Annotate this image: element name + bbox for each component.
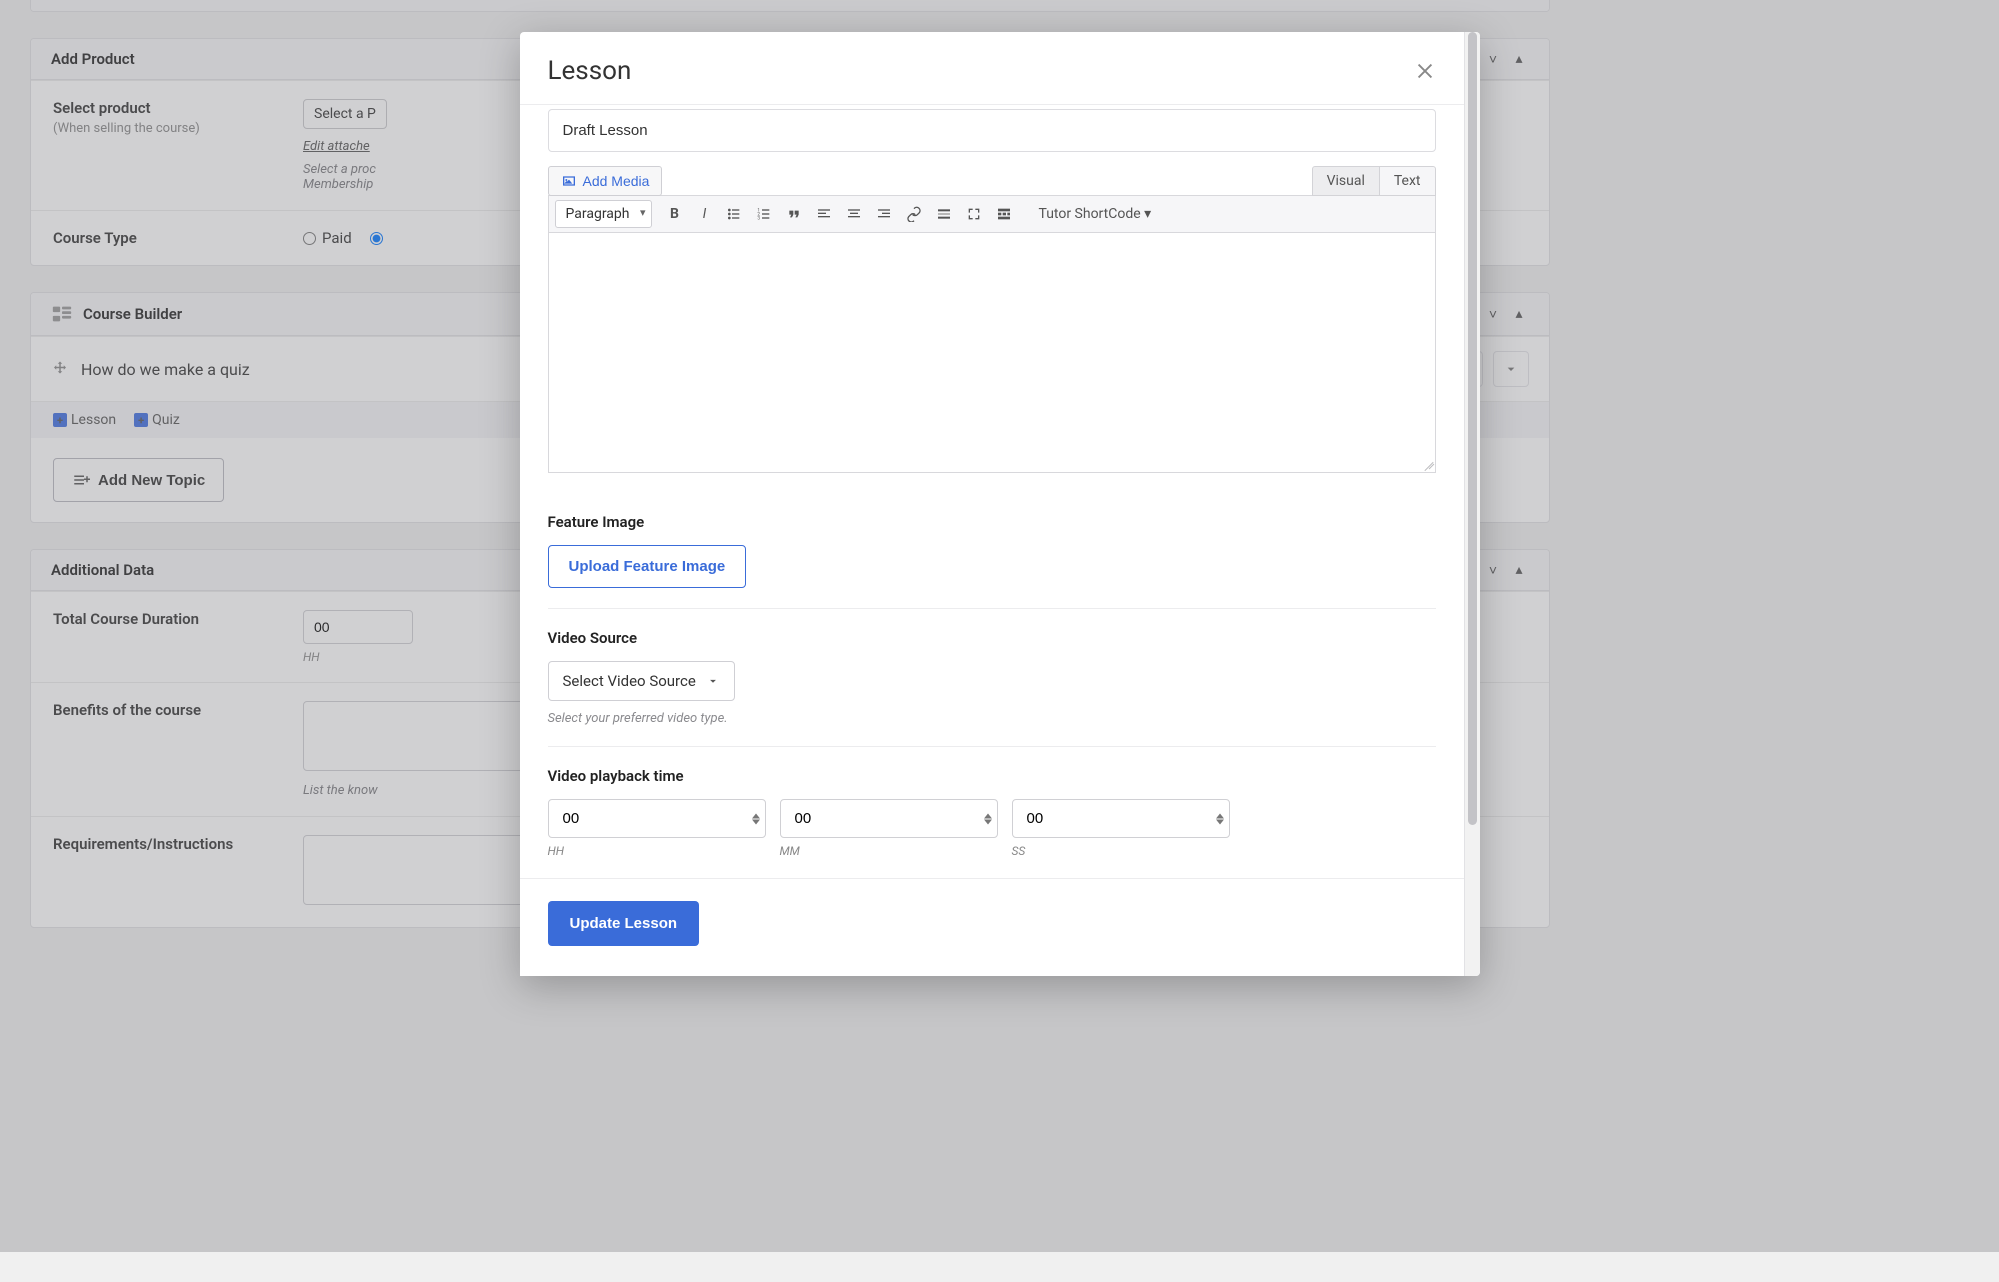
playback-ss-input[interactable] (1012, 799, 1230, 838)
upload-feature-image-button[interactable]: Upload Feature Image (548, 545, 747, 588)
toolbar-toggle-icon[interactable] (990, 200, 1018, 228)
paragraph-select[interactable]: Paragraph (555, 200, 653, 228)
playback-time-label: Video playback time (548, 767, 1436, 785)
italic-icon[interactable]: I (690, 200, 718, 228)
playback-mm-input[interactable] (780, 799, 998, 838)
tutor-shortcode-dropdown[interactable]: Tutor ShortCode ▾ (1030, 202, 1159, 226)
resize-handle-icon[interactable] (1421, 458, 1433, 470)
read-more-icon[interactable] (930, 200, 958, 228)
bullet-list-icon[interactable] (720, 200, 748, 228)
spinner-icon[interactable] (984, 813, 992, 824)
align-right-icon[interactable] (870, 200, 898, 228)
lesson-title-input[interactable] (548, 109, 1436, 152)
tab-visual[interactable]: Visual (1312, 166, 1380, 196)
lesson-modal: Lesson Add Media Visual Text (520, 32, 1480, 976)
close-icon[interactable] (1414, 60, 1436, 82)
editor-content[interactable] (548, 233, 1436, 473)
scrollbar-thumb[interactable] (1468, 32, 1477, 825)
ss-label: SS (1012, 844, 1230, 858)
svg-text:3: 3 (758, 215, 761, 221)
link-icon[interactable] (900, 200, 928, 228)
playback-hh-input[interactable] (548, 799, 766, 838)
hh-label: HH (548, 844, 766, 858)
quote-icon[interactable] (780, 200, 808, 228)
align-center-icon[interactable] (840, 200, 868, 228)
spinner-icon[interactable] (1216, 813, 1224, 824)
tab-text[interactable]: Text (1380, 166, 1436, 196)
spinner-icon[interactable] (752, 813, 760, 824)
video-source-select[interactable]: Select Video Source (548, 661, 735, 701)
modal-scrollbar[interactable] (1464, 32, 1480, 976)
modal-overlay: Lesson Add Media Visual Text (0, 0, 1999, 1252)
modal-title: Lesson (548, 56, 632, 86)
mm-label: MM (780, 844, 998, 858)
update-lesson-button[interactable]: Update Lesson (548, 901, 700, 946)
bold-icon[interactable]: B (660, 200, 688, 228)
fullscreen-icon[interactable] (960, 200, 988, 228)
video-source-hint: Select your preferred video type. (548, 711, 1436, 726)
editor-toolbar: Paragraph B I 123 Tutor ShortCode ▾ (548, 195, 1436, 233)
numbered-list-icon[interactable]: 123 (750, 200, 778, 228)
feature-image-label: Feature Image (548, 513, 1436, 531)
add-media-button[interactable]: Add Media (548, 166, 663, 196)
align-left-icon[interactable] (810, 200, 838, 228)
video-source-label: Video Source (548, 629, 1436, 647)
